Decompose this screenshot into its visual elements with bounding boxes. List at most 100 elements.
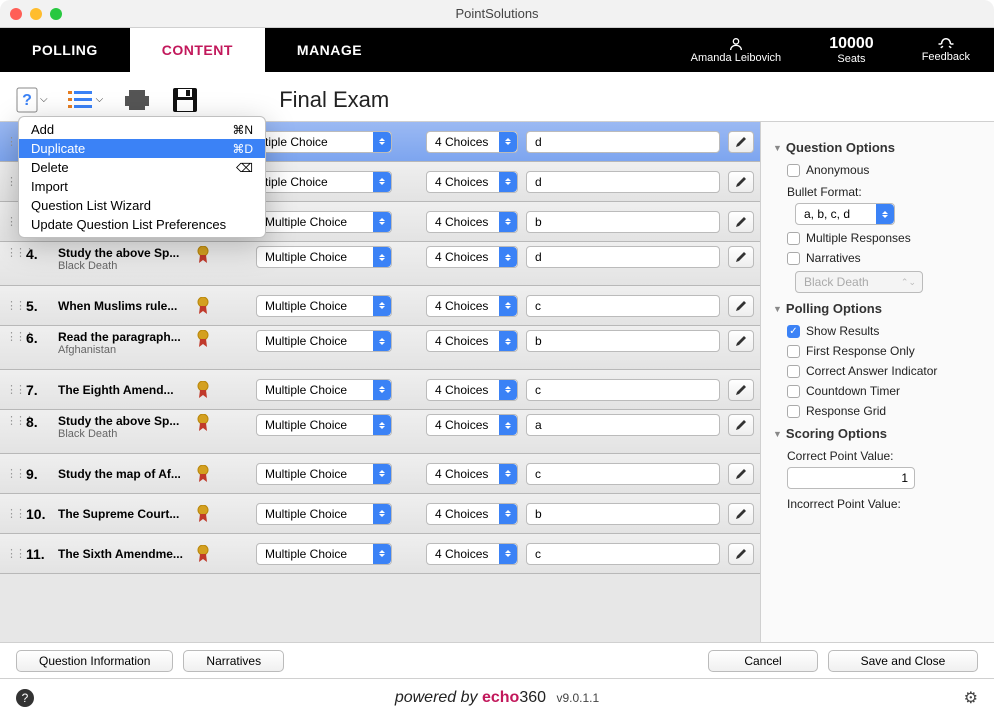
correct-indicator-row[interactable]: Correct Answer Indicator xyxy=(787,364,982,378)
show-results-row[interactable]: ✓ Show Results xyxy=(787,324,982,338)
question-information-button[interactable]: Question Information xyxy=(16,650,173,672)
feedback-block[interactable]: Feedback xyxy=(898,28,994,72)
question-row[interactable]: ⋮⋮⋮7.The Eighth Amend...Multiple Choice4… xyxy=(0,370,760,410)
drag-handle-icon[interactable]: ⋮⋮⋮ xyxy=(6,507,18,520)
user-block[interactable]: Amanda Leibovich xyxy=(667,28,806,72)
choices-count-select[interactable]: 4 Choices xyxy=(426,463,518,485)
question-type-select[interactable]: Multiple Choice xyxy=(256,211,392,233)
question-row[interactable]: ⋮⋮⋮10.The Supreme Court...Multiple Choic… xyxy=(0,494,760,534)
choices-count-select[interactable]: 4 Choices xyxy=(426,246,518,268)
choices-count-select[interactable]: 4 Choices xyxy=(426,211,518,233)
menu-delete[interactable]: Delete ⌫ xyxy=(19,158,265,177)
new-question-dropdown[interactable]: ? ⌵ xyxy=(16,87,48,113)
question-row[interactable]: ⋮⋮⋮11.The Sixth Amendme...Multiple Choic… xyxy=(0,534,760,574)
edit-question-button[interactable] xyxy=(728,246,754,268)
choices-count-select[interactable]: 4 Choices xyxy=(426,543,518,565)
bullet-format-select[interactable]: a, b, c, d xyxy=(795,203,895,225)
correct-answer-input[interactable] xyxy=(526,295,720,317)
correct-point-input[interactable] xyxy=(787,467,915,489)
tab-content[interactable]: CONTENT xyxy=(130,28,265,72)
choices-count-select[interactable]: 4 Choices xyxy=(426,503,518,525)
drag-handle-icon[interactable]: ⋮⋮⋮ xyxy=(6,246,18,259)
drag-handle-icon[interactable]: ⋮⋮⋮ xyxy=(6,414,18,427)
menu-duplicate[interactable]: Duplicate ⌘D xyxy=(19,139,265,158)
edit-question-button[interactable] xyxy=(728,131,754,153)
cancel-button[interactable]: Cancel xyxy=(708,650,818,672)
drag-handle-icon[interactable]: ⋮⋮⋮ xyxy=(6,330,18,343)
drag-handle-icon[interactable]: ⋮⋮⋮ xyxy=(6,215,18,228)
question-row[interactable]: ⋮⋮⋮6.Read the paragraph...AfghanistanMul… xyxy=(0,326,760,370)
correct-answer-input[interactable] xyxy=(526,379,720,401)
question-type-select[interactable]: Multiple Choice xyxy=(256,379,392,401)
drag-handle-icon[interactable]: ⋮⋮⋮ xyxy=(6,467,18,480)
print-button[interactable] xyxy=(123,88,151,112)
response-grid-checkbox[interactable] xyxy=(787,405,800,418)
edit-question-button[interactable] xyxy=(728,414,754,436)
edit-question-button[interactable] xyxy=(728,379,754,401)
show-results-checkbox[interactable]: ✓ xyxy=(787,325,800,338)
tab-polling[interactable]: POLLING xyxy=(0,28,130,72)
question-type-select[interactable]: Multiple Choice xyxy=(256,246,392,268)
question-row[interactable]: ⋮⋮⋮4.Study the above Sp...Black DeathMul… xyxy=(0,242,760,286)
save-and-close-button[interactable]: Save and Close xyxy=(828,650,978,672)
correct-answer-input[interactable] xyxy=(526,211,720,233)
question-type-select[interactable]: Multiple Choice xyxy=(256,503,392,525)
edit-question-button[interactable] xyxy=(728,503,754,525)
narratives-button[interactable]: Narratives xyxy=(183,650,284,672)
narratives-row[interactable]: Narratives xyxy=(787,251,982,265)
correct-answer-input[interactable] xyxy=(526,131,720,153)
choices-count-select[interactable]: 4 Choices xyxy=(426,295,518,317)
correct-answer-input[interactable] xyxy=(526,171,720,193)
question-type-select[interactable]: Multiple Choice xyxy=(256,295,392,317)
correct-answer-input[interactable] xyxy=(526,414,720,436)
multiple-responses-row[interactable]: Multiple Responses xyxy=(787,231,982,245)
correct-answer-input[interactable] xyxy=(526,246,720,268)
question-type-select[interactable]: tiple Choice xyxy=(256,131,392,153)
correct-answer-input[interactable] xyxy=(526,463,720,485)
settings-gear-icon[interactable]: ⚙ xyxy=(964,688,978,708)
question-type-select[interactable]: Multiple Choice xyxy=(256,543,392,565)
polling-options-header[interactable]: ▼ Polling Options xyxy=(773,301,982,316)
first-response-checkbox[interactable] xyxy=(787,345,800,358)
menu-wizard[interactable]: Question List Wizard xyxy=(19,196,265,215)
drag-handle-icon[interactable]: ⋮⋮⋮ xyxy=(6,547,18,560)
question-type-select[interactable]: Multiple Choice xyxy=(256,414,392,436)
edit-question-button[interactable] xyxy=(728,295,754,317)
tab-manage[interactable]: MANAGE xyxy=(265,28,394,72)
correct-answer-input[interactable] xyxy=(526,330,720,352)
question-type-select[interactable]: Multiple Choice xyxy=(256,463,392,485)
countdown-timer-row[interactable]: Countdown Timer xyxy=(787,384,982,398)
question-row[interactable]: ⋮⋮⋮5.When Muslims rule...Multiple Choice… xyxy=(0,286,760,326)
list-settings-dropdown[interactable]: ⌵ xyxy=(68,89,104,111)
countdown-timer-checkbox[interactable] xyxy=(787,385,800,398)
drag-handle-icon[interactable]: ⋮⋮⋮ xyxy=(6,175,18,188)
edit-question-button[interactable] xyxy=(728,211,754,233)
question-options-header[interactable]: ▼ Question Options xyxy=(773,140,982,155)
choices-count-select[interactable]: 4 Choices xyxy=(426,131,518,153)
question-row[interactable]: ⋮⋮⋮8.Study the above Sp...Black DeathMul… xyxy=(0,410,760,454)
response-grid-row[interactable]: Response Grid xyxy=(787,404,982,418)
edit-question-button[interactable] xyxy=(728,171,754,193)
choices-count-select[interactable]: 4 Choices xyxy=(426,379,518,401)
drag-handle-icon[interactable]: ⋮⋮⋮ xyxy=(6,299,18,312)
drag-handle-icon[interactable]: ⋮⋮⋮ xyxy=(6,135,18,148)
edit-question-button[interactable] xyxy=(728,463,754,485)
correct-answer-input[interactable] xyxy=(526,503,720,525)
first-response-row[interactable]: First Response Only xyxy=(787,344,982,358)
multiple-responses-checkbox[interactable] xyxy=(787,232,800,245)
question-type-select[interactable]: tiple Choice xyxy=(256,171,392,193)
menu-import[interactable]: Import xyxy=(19,177,265,196)
edit-question-button[interactable] xyxy=(728,543,754,565)
choices-count-select[interactable]: 4 Choices xyxy=(426,171,518,193)
seats-block[interactable]: 10000 Seats xyxy=(805,28,898,72)
save-button[interactable] xyxy=(171,86,199,114)
edit-question-button[interactable] xyxy=(728,330,754,352)
menu-add[interactable]: Add ⌘N xyxy=(19,120,265,139)
correct-indicator-checkbox[interactable] xyxy=(787,365,800,378)
narratives-checkbox[interactable] xyxy=(787,252,800,265)
choices-count-select[interactable]: 4 Choices xyxy=(426,414,518,436)
help-icon[interactable]: ? xyxy=(16,689,34,707)
scoring-options-header[interactable]: ▼ Scoring Options xyxy=(773,426,982,441)
anonymous-checkbox[interactable] xyxy=(787,164,800,177)
menu-prefs[interactable]: Update Question List Preferences xyxy=(19,215,265,234)
